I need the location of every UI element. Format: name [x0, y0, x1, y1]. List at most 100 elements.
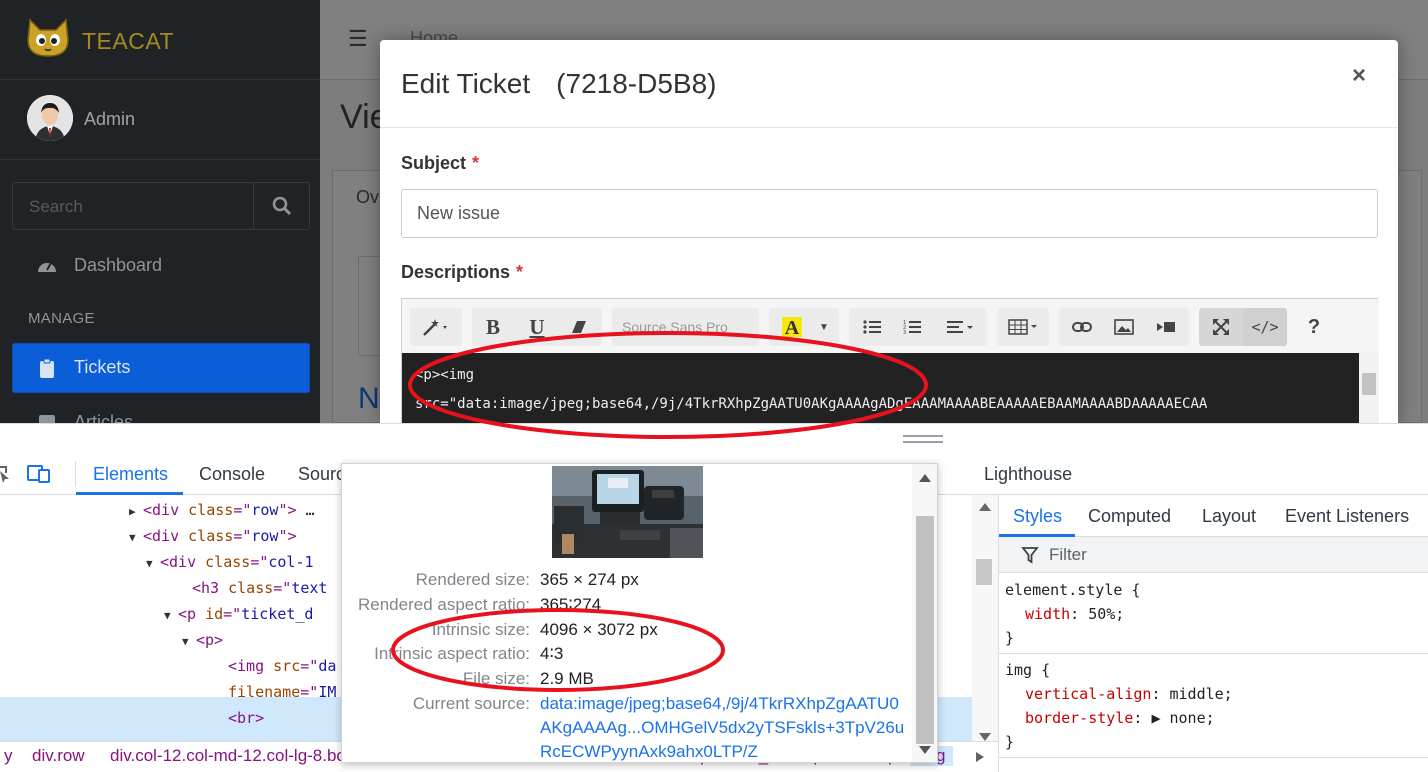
dom-token: =": [233, 501, 252, 519]
scroll-down-arrow[interactable]: [979, 733, 991, 741]
font-color-icon: A: [782, 317, 802, 339]
inspect-element-icon[interactable]: [0, 465, 10, 483]
tab-layout[interactable]: Layout: [1202, 506, 1256, 527]
text-color-button[interactable]: A: [775, 308, 809, 346]
expand-triangle-down-icon[interactable]: ▼: [182, 629, 196, 655]
link-button[interactable]: [1063, 308, 1101, 346]
expand-triangle-down-icon[interactable]: ▼: [164, 603, 178, 629]
help-button[interactable]: ?: [1295, 308, 1333, 346]
align-dropdown-button[interactable]: [941, 308, 981, 346]
underline-button[interactable]: U: [522, 308, 552, 346]
subject-input[interactable]: [401, 189, 1378, 238]
article-icon: [39, 415, 55, 423]
current-source-link[interactable]: data:image/jpeg;base64,/9j/4TkrRXhpZgAAT…: [540, 692, 910, 762]
bold-button[interactable]: B: [478, 308, 508, 346]
breadcrumb-item[interactable]: div.row: [32, 746, 85, 766]
toolbar-group-table: [997, 308, 1049, 346]
dom-token: =": [233, 527, 252, 545]
scrollbar-thumb[interactable]: [1362, 373, 1376, 395]
code-view-button[interactable]: </>: [1243, 308, 1287, 346]
css-declaration[interactable]: width: 50%;: [1025, 603, 1124, 626]
dom-token: row: [251, 501, 279, 519]
tab-event-listeners[interactable]: Event Listeners: [1285, 506, 1409, 527]
dom-token: <h3: [192, 579, 229, 597]
toolbar-group-view: </>: [1199, 308, 1287, 346]
search-input[interactable]: Search: [29, 197, 83, 217]
tooltip-key: Current source:: [412, 694, 530, 713]
device-toolbar-icon[interactable]: [26, 464, 52, 484]
dom-token: =": [300, 657, 319, 675]
expand-triangle-down-icon[interactable]: ▼: [129, 525, 143, 551]
user-panel[interactable]: Admin: [0, 80, 320, 160]
scrollbar-thumb[interactable]: [916, 516, 934, 744]
tab-computed[interactable]: Computed: [1088, 506, 1171, 527]
dom-token: src: [273, 657, 301, 675]
dom-node-line[interactable]: ▶ <div class="row"> …: [129, 497, 315, 523]
breadcrumb-item[interactable]: y: [4, 746, 13, 766]
font-family-dropdown[interactable]: Source Sans Pro: [612, 308, 759, 346]
dom-node-line[interactable]: <img src="da: [228, 653, 336, 679]
table-button[interactable]: [1003, 308, 1043, 346]
menu-toggle-icon[interactable]: ☰: [348, 26, 368, 52]
section-heading: N: [358, 382, 380, 415]
tab-lighthouse[interactable]: Lighthouse: [984, 464, 1072, 485]
resize-grip-icon[interactable]: [903, 435, 943, 443]
scroll-up-arrow[interactable]: [979, 503, 991, 511]
image-button[interactable]: [1105, 308, 1143, 346]
subject-label-text: Subject: [401, 153, 467, 173]
dom-node-line[interactable]: ▼ <div class="col-1: [146, 549, 314, 575]
sidebar-item-label: Dashboard: [74, 255, 163, 275]
css-declaration[interactable]: border-style: ▶ none;: [1025, 707, 1215, 730]
dom-node-line[interactable]: <br>: [228, 705, 264, 731]
dom-scrollbar[interactable]: [972, 495, 998, 749]
dom-node-line[interactable]: ▼ <p>: [182, 627, 223, 653]
chevron-right-icon[interactable]: [975, 751, 985, 763]
dom-node-line[interactable]: filename="IM: [228, 679, 336, 705]
tooltip-scrollbar[interactable]: [912, 464, 937, 762]
scroll-down-arrow[interactable]: [919, 746, 931, 754]
bullet-list-icon: [863, 320, 881, 334]
dom-token: col-1: [268, 553, 314, 571]
numbered-list-button[interactable]: 123: [895, 308, 929, 346]
color-dropdown-caret[interactable]: ▼: [813, 308, 835, 346]
magic-wand-button[interactable]: [410, 308, 462, 346]
descriptions-label-text: Descriptions: [401, 262, 511, 282]
devtools-resize-bar[interactable]: [0, 423, 1428, 453]
tab-styles[interactable]: Styles: [1013, 506, 1062, 527]
close-icon[interactable]: ×: [1352, 62, 1366, 90]
sidebar-item-dashboard[interactable]: Dashboard: [12, 241, 310, 291]
scroll-up-arrow[interactable]: [919, 474, 931, 482]
dom-token: <br>: [228, 709, 265, 727]
scrollbar-thumb[interactable]: [976, 559, 992, 585]
sidebar-item-articles[interactable]: Articles: [12, 398, 310, 423]
sidebar-item-tickets[interactable]: Tickets: [12, 343, 310, 393]
dom-token: id: [205, 605, 224, 623]
tab-console[interactable]: Console: [199, 464, 265, 485]
code-scrollbar[interactable]: [1359, 353, 1379, 423]
eraser-button[interactable]: [564, 308, 594, 346]
css-close-brace: }: [1005, 733, 1015, 751]
fullscreen-button[interactable]: [1199, 308, 1243, 346]
tab-overview[interactable]: Ov: [356, 187, 379, 208]
dom-node-line[interactable]: <h3 class="text: [192, 575, 327, 601]
dom-node-line[interactable]: ▼ <p id="ticket_d: [164, 601, 313, 627]
search-icon: [272, 196, 292, 216]
toolbar-group-insert: [1059, 308, 1189, 346]
video-button[interactable]: [1147, 308, 1185, 346]
clipboard-icon: [40, 358, 54, 378]
expand-triangle-down-icon[interactable]: ▼: [146, 551, 160, 577]
bullet-list-button[interactable]: [855, 308, 889, 346]
css-declaration[interactable]: vertical-align: middle;: [1025, 683, 1233, 706]
expand-triangle-right-icon[interactable]: ▶: [129, 499, 143, 525]
tab-divider: [75, 461, 76, 487]
svg-text:3: 3: [903, 330, 906, 335]
code-line: src="data:image/jpeg;base64,/9j/4TkrRXhp…: [415, 396, 1208, 412]
search-button[interactable]: [253, 183, 310, 229]
code-view-textarea[interactable]: <p><img src="data:image/jpeg;base64,/9j/…: [402, 353, 1359, 423]
tab-sources[interactable]: Sourc: [298, 464, 345, 485]
tab-elements[interactable]: Elements: [93, 464, 168, 485]
brand[interactable]: TEACAT: [0, 0, 320, 80]
image-preview-thumbnail: [552, 466, 703, 558]
dom-node-line[interactable]: ▼ <div class="row">: [129, 523, 297, 549]
styles-filter[interactable]: Filter: [999, 537, 1428, 573]
